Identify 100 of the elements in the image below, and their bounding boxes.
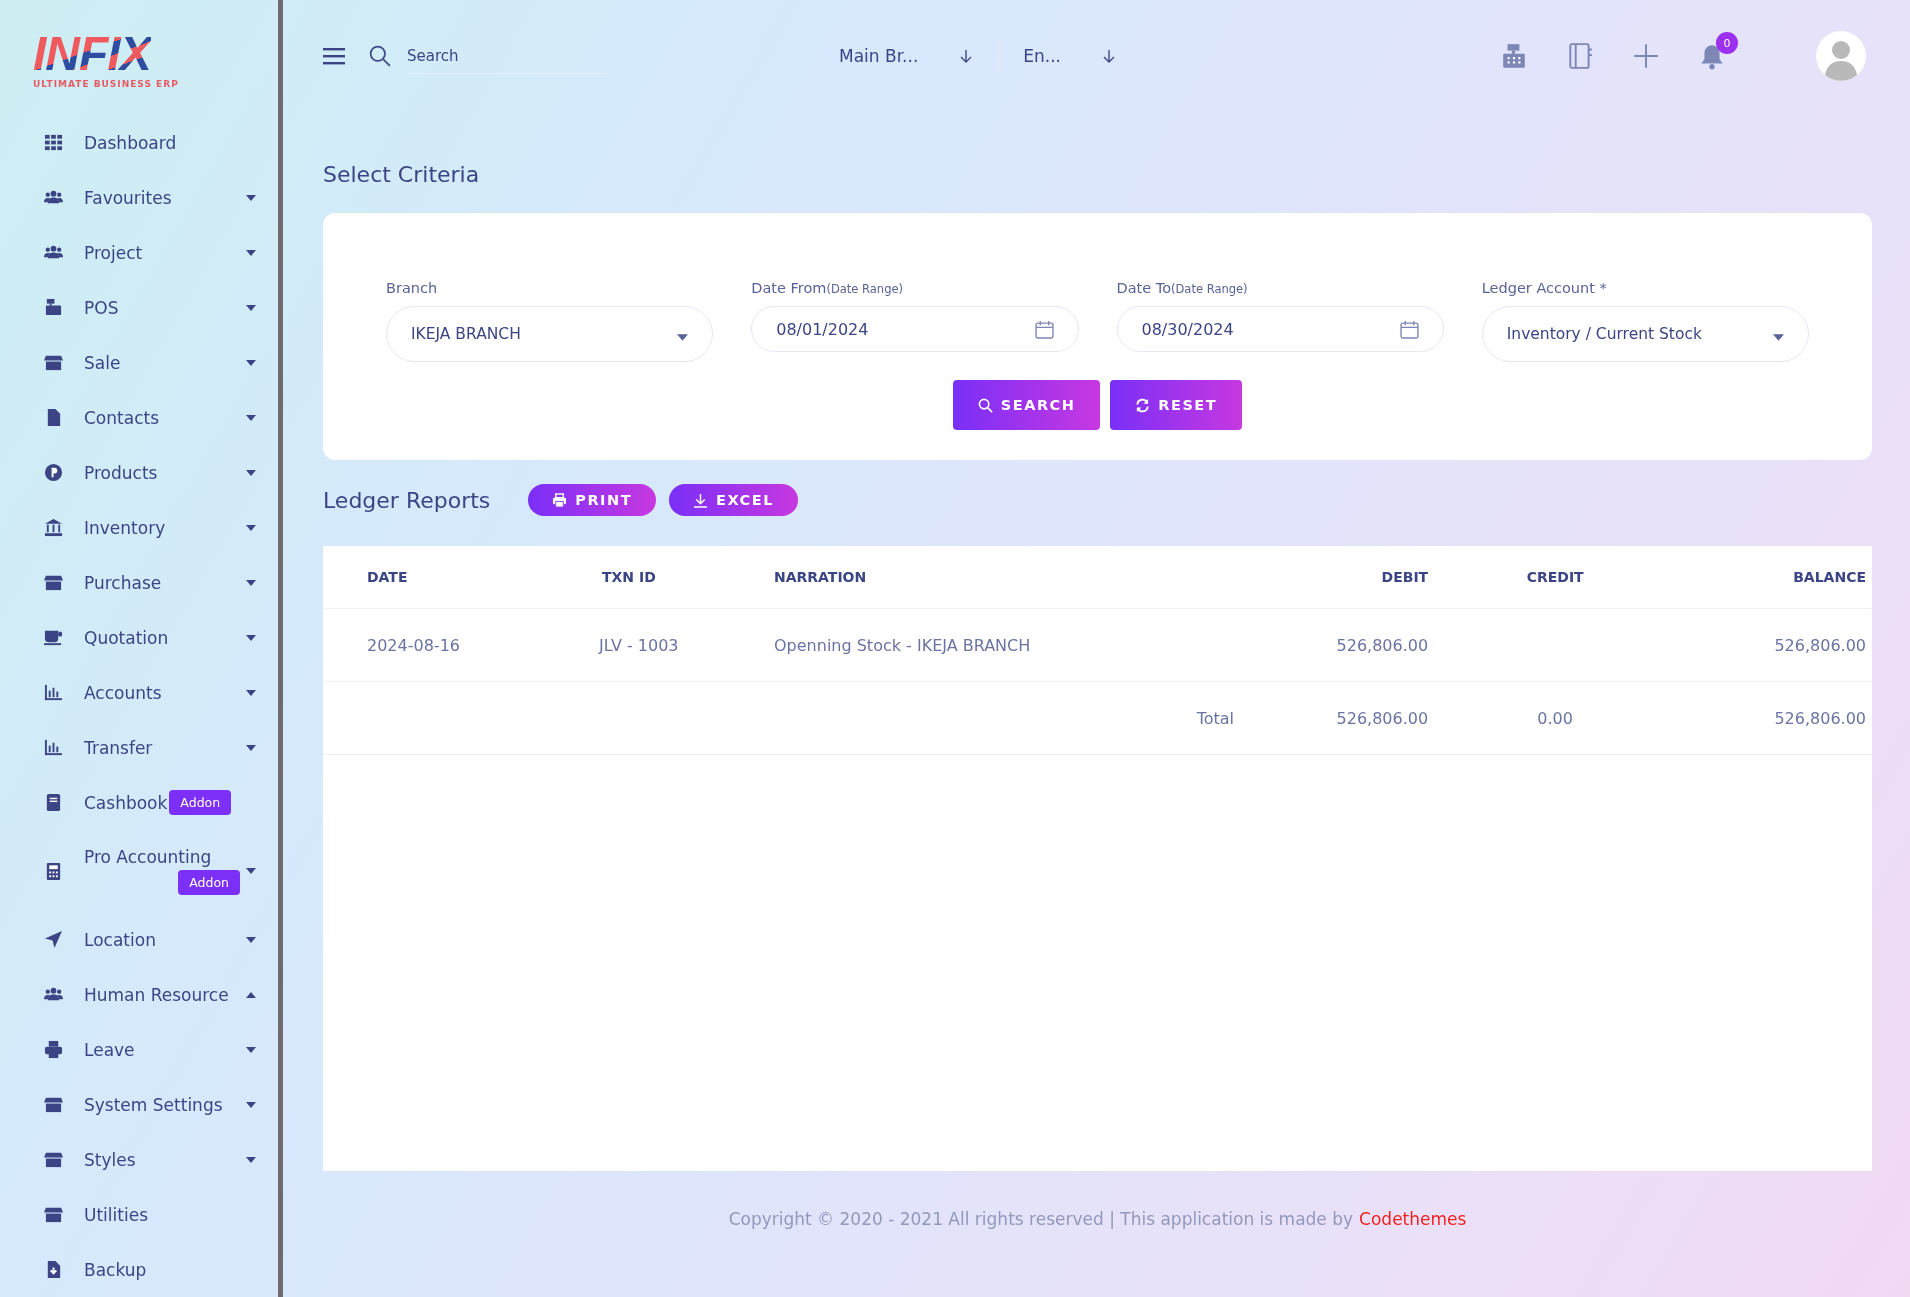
- sidebar-item[interactable]: Inventory: [84, 517, 166, 538]
- sidebar-item[interactable]: Contacts: [84, 407, 159, 428]
- sidebar-item[interactable]: Styles: [84, 1149, 136, 1170]
- store-icon: [44, 1150, 63, 1169]
- column-header: BALANCE: [1681, 546, 1872, 609]
- print-button[interactable]: PRINT: [528, 484, 657, 516]
- sidebar-item[interactable]: Favourites: [84, 187, 172, 208]
- field-label: Date From(Date Range): [751, 280, 905, 296]
- table-cell: JLV - 1003: [599, 635, 679, 655]
- plane-icon: [44, 930, 63, 949]
- table-cell: Openning Stock - IKEJA BRANCH: [774, 635, 1031, 655]
- caret-down-icon[interactable]: [246, 304, 256, 311]
- logo-tagline: ULTIMATE BUSINESS ERP: [33, 79, 179, 89]
- sidebar-item[interactable]: Utilities: [84, 1204, 148, 1225]
- search-field[interactable]: Search: [407, 38, 607, 74]
- sidebar-item[interactable]: POS: [84, 297, 119, 318]
- register-icon: [44, 298, 63, 317]
- store-icon: [44, 353, 63, 372]
- sidebar-item[interactable]: Dashboard: [84, 132, 177, 153]
- caret-down-icon[interactable]: [246, 936, 256, 943]
- total-label: Total: [1196, 708, 1234, 728]
- caret-down-icon[interactable]: [246, 1156, 256, 1163]
- calendar-icon: [1034, 319, 1054, 339]
- sidebar-item[interactable]: Human Resource: [84, 984, 229, 1005]
- store-icon: [44, 1095, 63, 1114]
- column-header: DATE: [323, 546, 598, 609]
- arrow-down-icon[interactable]: [1103, 49, 1116, 63]
- caret-down-icon[interactable]: [246, 744, 256, 751]
- field-label: Date To(Date Range): [1116, 280, 1249, 296]
- language-select[interactable]: En...: [1023, 46, 1062, 66]
- section-title: Ledger Reports: [323, 487, 491, 513]
- caret-down-icon: [1773, 333, 1784, 341]
- column-header: DEBIT: [1248, 546, 1430, 609]
- column-header: CREDIT: [1429, 546, 1682, 609]
- printer-icon: [552, 492, 568, 508]
- notebook-icon[interactable]: [1566, 42, 1594, 70]
- calendar-icon: [1399, 319, 1419, 339]
- store-icon: [44, 573, 63, 592]
- chart-icon: [44, 683, 63, 702]
- sidebar-item[interactable]: Products: [84, 462, 158, 483]
- sidebar-item[interactable]: Pro Accounting: [84, 847, 246, 867]
- menu-icon[interactable]: [323, 47, 345, 65]
- search-icon: [977, 397, 993, 413]
- caret-down-icon[interactable]: [246, 1046, 256, 1053]
- bank-icon: [44, 518, 63, 537]
- sidebar-item[interactable]: System Settings: [84, 1094, 223, 1115]
- field-label: Ledger Account *: [1481, 280, 1608, 296]
- caret-down-icon[interactable]: [246, 524, 256, 531]
- table-cell: 2024-08-16: [367, 635, 460, 655]
- reset-button[interactable]: RESET: [1110, 380, 1243, 430]
- sidebar-item[interactable]: Leave: [84, 1039, 135, 1060]
- excel-button[interactable]: EXCEL: [669, 484, 798, 516]
- caret-down-icon[interactable]: [246, 249, 256, 256]
- refresh-icon: [1135, 397, 1151, 413]
- sidebar-item[interactable]: Backup: [84, 1259, 147, 1280]
- arrow-down-icon[interactable]: [960, 49, 973, 63]
- caret-down-icon[interactable]: [246, 689, 256, 696]
- branch-select[interactable]: Main Br...: [839, 46, 919, 66]
- search-button[interactable]: SEARCH: [952, 380, 1101, 430]
- caret-down-icon[interactable]: [246, 194, 256, 201]
- download-icon: [693, 492, 709, 508]
- caret-down-icon[interactable]: [246, 579, 256, 586]
- chart-icon: [44, 738, 63, 757]
- cup-icon: [44, 628, 63, 647]
- bell-icon[interactable]: [1698, 42, 1726, 70]
- sidebar-item[interactable]: Transfer: [84, 737, 153, 758]
- caret-down-icon: [677, 333, 689, 341]
- table-cell: 526,806.00: [1774, 708, 1866, 728]
- sidebar-item[interactable]: Accounts: [84, 682, 162, 703]
- table-cell: 526,806.00: [1336, 708, 1429, 728]
- addon-badge: Addon: [169, 790, 232, 815]
- field-label: Branch: [386, 280, 439, 296]
- copyright-text: Copyright © 2020 - 2021 All rights reserved | This application is made by: [728, 1209, 1354, 1229]
- sidebar-item[interactable]: Sale: [84, 352, 121, 373]
- addon-badge: Addon: [178, 870, 240, 895]
- store-icon: [44, 1205, 63, 1224]
- caret-down-icon[interactable]: [246, 359, 256, 366]
- sidebar-item[interactable]: Quotation: [84, 627, 169, 648]
- caret-down-icon[interactable]: [246, 469, 256, 476]
- cash-register-icon[interactable]: [1500, 42, 1528, 70]
- section-title: Select Criteria: [323, 162, 481, 187]
- sidebar-item[interactable]: Project: [84, 242, 143, 263]
- book-icon: [44, 793, 63, 812]
- table-cell: 0.00: [1537, 708, 1573, 728]
- table-cell: 526,806.00: [1774, 635, 1866, 655]
- sidebar-item[interactable]: Location: [84, 929, 156, 950]
- calc-icon: [44, 861, 63, 881]
- caret-down-icon[interactable]: [246, 1101, 256, 1108]
- printer-icon: [44, 1040, 63, 1059]
- sidebar-item[interactable]: Cashbook: [84, 792, 168, 813]
- plus-icon[interactable]: [1632, 42, 1660, 70]
- search-icon: [369, 45, 391, 67]
- caret-down-icon[interactable]: [246, 414, 256, 421]
- grid-icon: [44, 133, 63, 152]
- notification-badge: 0: [1716, 32, 1738, 54]
- caret-down-icon[interactable]: [246, 868, 256, 874]
- caret-up-icon[interactable]: [246, 991, 256, 998]
- sidebar-item[interactable]: Purchase: [84, 572, 162, 593]
- table-cell: 526,806.00: [1336, 635, 1429, 655]
- caret-down-icon[interactable]: [246, 634, 256, 641]
